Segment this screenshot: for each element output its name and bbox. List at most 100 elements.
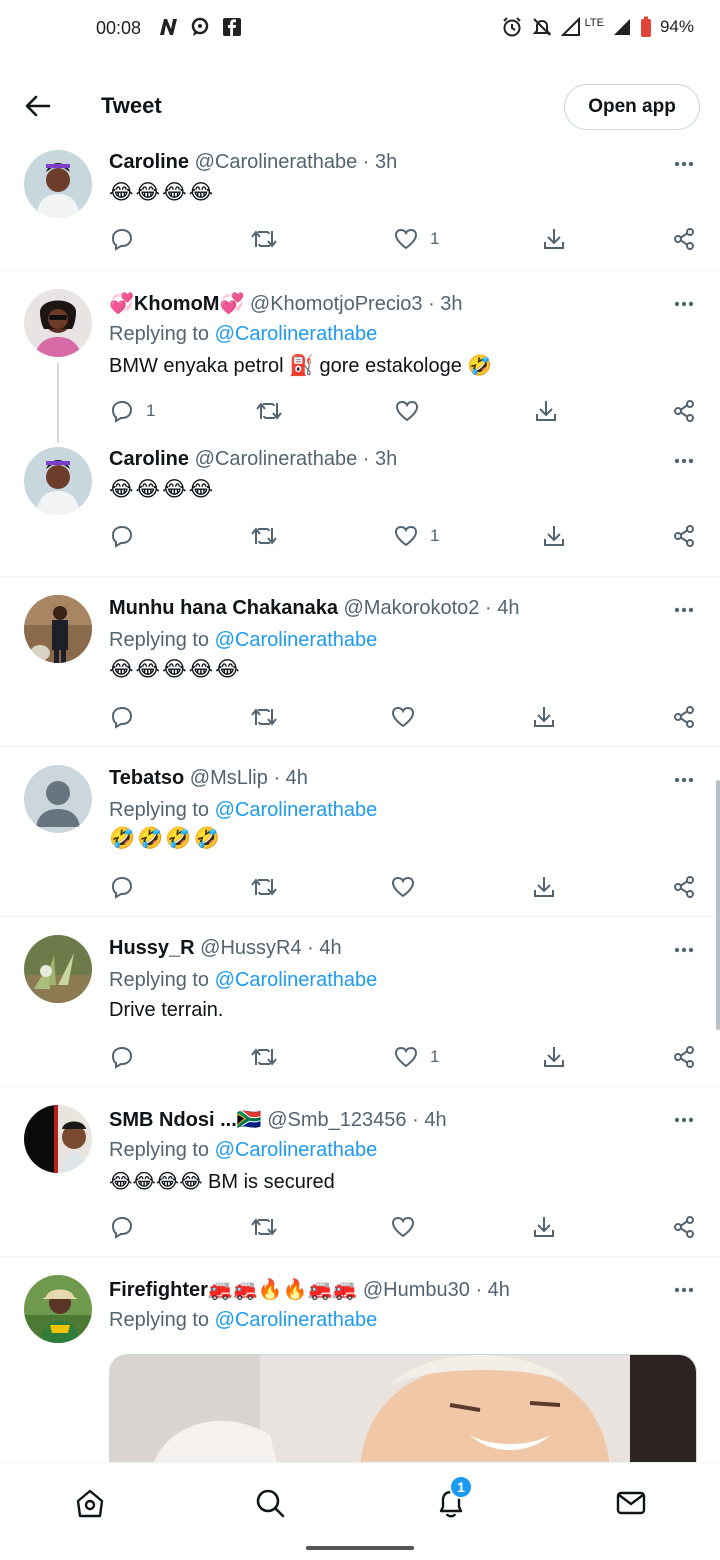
user-handle[interactable]: @KhomotjoPrecio3 bbox=[250, 293, 423, 315]
like-button[interactable] bbox=[391, 702, 415, 732]
reply-button[interactable] bbox=[110, 702, 134, 732]
tweet-time: · 4h bbox=[307, 937, 342, 959]
open-app-button[interactable]: Open app bbox=[564, 84, 700, 130]
more-button[interactable] bbox=[672, 598, 696, 622]
reply-button[interactable]: 1 bbox=[110, 396, 155, 426]
nav-search[interactable] bbox=[250, 1483, 290, 1523]
reply-icon bbox=[111, 1046, 133, 1069]
tweet-item[interactable]: Munhu hana Chakanaka @Makorokoto2 · 4h R… bbox=[0, 577, 720, 747]
reply-target-link[interactable]: @Carolinerathabe bbox=[215, 1309, 378, 1331]
retweet-button[interactable] bbox=[250, 1042, 278, 1072]
display-name[interactable]: Caroline bbox=[109, 151, 189, 173]
like-button[interactable]: 1 bbox=[394, 1042, 439, 1072]
more-button[interactable] bbox=[672, 1108, 696, 1132]
display-name[interactable]: Tebatso bbox=[109, 767, 184, 789]
retweet-icon bbox=[251, 708, 277, 726]
tweet-item[interactable]: 💞KhomoM💞 @KhomotjoPrecio3 · 3h Replying … bbox=[0, 271, 720, 443]
download-button[interactable] bbox=[532, 872, 556, 902]
avatar[interactable] bbox=[24, 1275, 92, 1343]
avatar[interactable] bbox=[24, 150, 92, 218]
avatar[interactable] bbox=[24, 1105, 92, 1173]
avatar[interactable] bbox=[24, 765, 92, 833]
retweet-button[interactable] bbox=[250, 702, 278, 732]
tweet-media[interactable] bbox=[109, 1354, 697, 1474]
download-button[interactable] bbox=[542, 224, 566, 254]
tweet-actions: 1 bbox=[0, 396, 720, 426]
share-button[interactable] bbox=[672, 702, 696, 732]
home-indicator[interactable] bbox=[306, 1546, 414, 1550]
reply-target-link[interactable]: @Carolinerathabe bbox=[215, 969, 378, 991]
like-button[interactable] bbox=[395, 396, 419, 426]
display-name[interactable]: Hussy_R bbox=[109, 937, 195, 959]
tweet-actions: 1 bbox=[0, 224, 720, 254]
replying-prefix: Replying to bbox=[109, 969, 210, 991]
tweet-item[interactable]: SMB Ndosi ...🇿🇦 @Smb_123456 · 4h Replyin… bbox=[0, 1087, 720, 1257]
reply-target-link[interactable]: @Carolinerathabe bbox=[215, 323, 378, 345]
user-handle[interactable]: @Smb_123456 bbox=[267, 1109, 406, 1131]
display-name[interactable]: SMB Ndosi ...🇿🇦 bbox=[109, 1109, 262, 1131]
download-button[interactable] bbox=[534, 396, 558, 426]
avatar[interactable] bbox=[24, 447, 92, 515]
more-button[interactable] bbox=[672, 1278, 696, 1302]
retweet-button[interactable] bbox=[250, 872, 278, 902]
tweet-time: · 4h bbox=[273, 767, 308, 789]
user-handle[interactable]: @Carolinerathabe bbox=[195, 151, 358, 173]
share-button[interactable] bbox=[672, 224, 696, 254]
avatar[interactable] bbox=[24, 595, 92, 663]
user-handle[interactable]: @HussyR4 bbox=[200, 937, 301, 959]
more-button[interactable] bbox=[672, 292, 696, 316]
user-handle[interactable]: @Humbu30 bbox=[363, 1279, 470, 1301]
tweet-item[interactable]: Hussy_R @HussyR4 · 4h Replying to @Carol… bbox=[0, 917, 720, 1087]
download-button[interactable] bbox=[542, 521, 566, 551]
download-button[interactable] bbox=[542, 1042, 566, 1072]
tweet-item[interactable]: Firefighter🚒🚒🔥🔥🚒🚒 @Humbu30 · 4h Replying… bbox=[0, 1257, 720, 1477]
reply-target-link[interactable]: @Carolinerathabe bbox=[215, 1139, 378, 1161]
display-name[interactable]: Munhu hana Chakanaka bbox=[109, 597, 338, 619]
tweet-item[interactable]: Caroline @Carolinerathabe · 3h 😂😂😂😂 1 bbox=[0, 441, 720, 577]
download-icon bbox=[544, 526, 564, 546]
reply-button[interactable] bbox=[110, 872, 134, 902]
display-name[interactable]: Caroline bbox=[109, 448, 189, 470]
display-name[interactable]: Firefighter🚒🚒🔥🔥🚒🚒 bbox=[109, 1279, 357, 1301]
avatar[interactable] bbox=[24, 935, 92, 1003]
share-button[interactable] bbox=[672, 396, 696, 426]
more-button[interactable] bbox=[672, 449, 696, 473]
reply-button[interactable] bbox=[110, 1042, 134, 1072]
user-handle[interactable]: @Carolinerathabe bbox=[195, 448, 358, 470]
reply-target-link[interactable]: @Carolinerathabe bbox=[215, 629, 378, 651]
retweet-button[interactable] bbox=[250, 224, 278, 254]
display-name[interactable]: 💞KhomoM💞 bbox=[109, 293, 244, 315]
retweet-button[interactable] bbox=[250, 1212, 278, 1242]
more-button[interactable] bbox=[672, 768, 696, 792]
like-button[interactable]: 1 bbox=[394, 521, 439, 551]
user-handle[interactable]: @MsLlip bbox=[190, 767, 268, 789]
more-dots-icon bbox=[674, 947, 694, 953]
share-button[interactable] bbox=[672, 872, 696, 902]
reply-button[interactable] bbox=[110, 224, 134, 254]
back-button[interactable] bbox=[22, 90, 54, 122]
more-button[interactable] bbox=[672, 938, 696, 962]
reply-button[interactable] bbox=[110, 1212, 134, 1242]
like-button[interactable]: 1 bbox=[394, 224, 439, 254]
retweet-button[interactable] bbox=[250, 521, 278, 551]
scrollbar[interactable] bbox=[716, 780, 720, 1030]
avatar[interactable] bbox=[24, 289, 92, 357]
reply-target-link[interactable]: @Carolinerathabe bbox=[215, 799, 378, 821]
user-handle[interactable]: @Makorokoto2 bbox=[344, 597, 480, 619]
tweet-item[interactable]: Caroline @Carolinerathabe · 3h 😂😂😂😂 1 bbox=[0, 140, 720, 271]
tweet-item[interactable]: Tebatso @MsLlip · 4h Replying to @Caroli… bbox=[0, 747, 720, 917]
reply-button[interactable] bbox=[110, 521, 134, 551]
download-button[interactable] bbox=[532, 702, 556, 732]
more-button[interactable] bbox=[672, 152, 696, 176]
retweet-button[interactable] bbox=[255, 396, 283, 426]
more-dots-icon bbox=[674, 458, 694, 464]
share-button[interactable] bbox=[672, 521, 696, 551]
download-button[interactable] bbox=[532, 1212, 556, 1242]
like-button[interactable] bbox=[391, 872, 415, 902]
nav-home[interactable] bbox=[70, 1483, 110, 1523]
share-button[interactable] bbox=[672, 1042, 696, 1072]
nav-messages[interactable] bbox=[611, 1483, 651, 1523]
share-button[interactable] bbox=[672, 1212, 696, 1242]
like-button[interactable] bbox=[391, 1212, 415, 1242]
nav-notifications[interactable]: 1 bbox=[431, 1475, 473, 1523]
